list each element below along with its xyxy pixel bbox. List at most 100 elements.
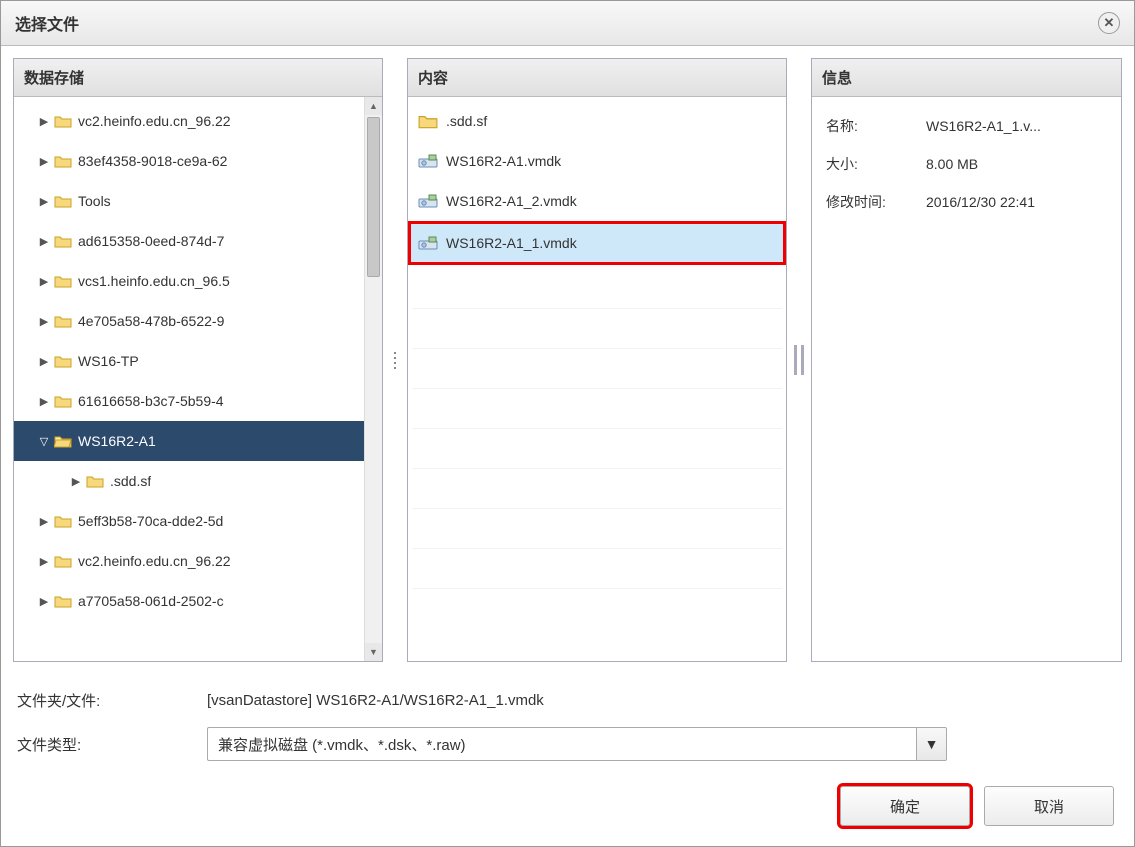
content-list[interactable]: .sdd.sf WS16R2-A1.vmdk WS16R2-A1_2.vmdk WS1… (408, 97, 786, 269)
content-list-body: .sdd.sf WS16R2-A1.vmdk WS16R2-A1_2.vmdk WS1… (408, 97, 786, 661)
chevron-right-icon[interactable]: ▶ (38, 315, 50, 328)
type-label: 文件类型: (17, 734, 207, 755)
chevron-right-icon[interactable]: ▶ (70, 475, 82, 488)
tree-item-label: Tools (78, 193, 111, 209)
tree-item-label: 5eff3b58-70ca-dde2-5d (78, 513, 223, 529)
scroll-down-icon[interactable]: ▼ (365, 643, 382, 661)
tree-item-label: vc2.heinfo.edu.cn_96.22 (78, 553, 231, 569)
tree-scrollbar[interactable]: ▲ ▼ (364, 97, 382, 661)
folder-icon (86, 474, 104, 488)
folder-icon (54, 394, 72, 408)
tree-item-label: a7705a58-061d-2502-c (78, 593, 224, 609)
tree-item[interactable]: ▶ Tools (14, 181, 382, 221)
list-item-label: WS16R2-A1.vmdk (446, 153, 561, 169)
folder-icon (54, 594, 72, 608)
chevron-right-icon[interactable]: ▶ (38, 355, 50, 368)
tree-item[interactable]: ▶ 5eff3b58-70ca-dde2-5d (14, 501, 382, 541)
folder-icon (418, 113, 438, 129)
file-chooser-dialog: 选择文件 ✕ 数据存储 ▶ vc2.heinfo.edu.cn_96.22 ▶ 83e… (0, 0, 1135, 847)
info-row-mtime: 修改时间: 2016/12/30 22:41 (826, 183, 1107, 221)
datastore-panel-header: 数据存储 (14, 59, 382, 97)
panels-row: 数据存储 ▶ vc2.heinfo.edu.cn_96.22 ▶ 83ef4358-9… (13, 58, 1122, 662)
folder-icon (54, 114, 72, 128)
folder-icon (54, 354, 72, 368)
tree-item-label: 61616658-b3c7-5b59-4 (78, 393, 224, 409)
datastore-tree-body: ▶ vc2.heinfo.edu.cn_96.22 ▶ 83ef4358-9018-c… (14, 97, 382, 661)
tree-item[interactable]: ▶ 61616658-b3c7-5b59-4 (14, 381, 382, 421)
chevron-down-icon[interactable]: ▼ (917, 727, 947, 761)
content-panel: 内容 .sdd.sf WS16R2-A1.vmdk WS16R2-A1_2.vmdk… (407, 58, 787, 662)
tree-item[interactable]: ▶.sdd.sf (14, 461, 382, 501)
tree-item[interactable]: ▶ vcs1.heinfo.edu.cn_96.5 (14, 261, 382, 301)
tree-item-label: WS16-TP (78, 353, 139, 369)
chevron-right-icon[interactable]: ▶ (38, 155, 50, 168)
info-panel-header: 信息 (812, 59, 1121, 97)
dialog-title: 选择文件 (15, 11, 79, 35)
list-item[interactable]: WS16R2-A1_2.vmdk (408, 181, 786, 221)
tree-item-label: ad615358-0eed-874d-7 (78, 233, 224, 249)
disk-icon (418, 153, 438, 169)
chevron-right-icon[interactable]: ▶ (38, 595, 50, 608)
info-size-value: 8.00 MB (926, 156, 1107, 172)
field-row-path: 文件夹/文件: [vsanDatastore] WS16R2-A1/WS16R2… (17, 678, 1118, 722)
tree-item[interactable]: ▶ 83ef4358-9018-ce9a-62 (14, 141, 382, 181)
tree-item[interactable]: ▶ vc2.heinfo.edu.cn_96.22 (14, 101, 382, 141)
chevron-down-icon[interactable]: ▽ (38, 435, 50, 448)
folder-icon (54, 314, 72, 328)
file-type-select[interactable]: 兼容虚拟磁盘 (*.vmdk、*.dsk、*.raw) ▼ (207, 727, 947, 761)
cancel-button[interactable]: 取消 (984, 786, 1114, 826)
folder-icon (54, 554, 72, 568)
info-panel: 信息 名称: WS16R2-A1_1.v... 大小: 8.00 MB 修改时间… (811, 58, 1122, 662)
tree-item[interactable]: ▽ WS16R2-A1 (14, 421, 382, 461)
field-row-type: 文件类型: 兼容虚拟磁盘 (*.vmdk、*.dsk、*.raw) ▼ (17, 722, 1118, 766)
list-item-label: .sdd.sf (446, 113, 487, 129)
folder-icon (54, 194, 72, 208)
chevron-right-icon[interactable]: ▶ (38, 195, 50, 208)
info-name-label: 名称: (826, 116, 926, 136)
titlebar: 选择文件 ✕ (1, 1, 1134, 46)
button-row: 确定 取消 (13, 782, 1122, 834)
scrollbar-thumb[interactable] (367, 117, 380, 277)
tree-item[interactable]: ▶ WS16-TP (14, 341, 382, 381)
list-item-label: WS16R2-A1_1.vmdk (446, 235, 577, 251)
tree-item-label: vc2.heinfo.edu.cn_96.22 (78, 113, 231, 129)
chevron-right-icon[interactable]: ▶ (38, 395, 50, 408)
list-item-label: WS16R2-A1_2.vmdk (446, 193, 577, 209)
folder-icon (54, 274, 72, 288)
list-item[interactable]: WS16R2-A1_1.vmdk (408, 221, 786, 265)
folder-icon (54, 234, 72, 248)
disk-icon (418, 235, 438, 251)
splitter-left[interactable] (383, 58, 407, 662)
path-label: 文件夹/文件: (17, 690, 207, 711)
tree-item-label: 83ef4358-9018-ce9a-62 (78, 153, 227, 169)
chevron-right-icon[interactable]: ▶ (38, 275, 50, 288)
chevron-right-icon[interactable]: ▶ (38, 555, 50, 568)
chevron-right-icon[interactable]: ▶ (38, 115, 50, 128)
datastore-panel: 数据存储 ▶ vc2.heinfo.edu.cn_96.22 ▶ 83ef4358-9… (13, 58, 383, 662)
info-row-name: 名称: WS16R2-A1_1.v... (826, 107, 1107, 145)
path-value: [vsanDatastore] WS16R2-A1/WS16R2-A1_1.vm… (207, 692, 1118, 709)
folder-icon (54, 154, 72, 168)
chevron-right-icon[interactable]: ▶ (38, 515, 50, 528)
scroll-up-icon[interactable]: ▲ (365, 97, 382, 115)
list-item[interactable]: .sdd.sf (408, 101, 786, 141)
list-item[interactable]: WS16R2-A1.vmdk (408, 141, 786, 181)
tree-item[interactable]: ▶ ad615358-0eed-874d-7 (14, 221, 382, 261)
info-row-size: 大小: 8.00 MB (826, 145, 1107, 183)
tree-item[interactable]: ▶ a7705a58-061d-2502-c (14, 581, 382, 621)
tree-item[interactable]: ▶4e705a58-478b-6522-9 (14, 301, 382, 341)
content-panel-header: 内容 (408, 59, 786, 97)
close-icon[interactable]: ✕ (1098, 12, 1120, 34)
footer-fields: 文件夹/文件: [vsanDatastore] WS16R2-A1/WS16R2… (13, 672, 1122, 772)
folder-open-icon (54, 434, 72, 448)
disk-icon (418, 193, 438, 209)
dialog-body: 数据存储 ▶ vc2.heinfo.edu.cn_96.22 ▶ 83ef4358-9… (1, 46, 1134, 846)
datastore-tree[interactable]: ▶ vc2.heinfo.edu.cn_96.22 ▶ 83ef4358-9018-c… (14, 97, 382, 661)
tree-item-label: vcs1.heinfo.edu.cn_96.5 (78, 273, 230, 289)
chevron-right-icon[interactable]: ▶ (38, 235, 50, 248)
splitter-right[interactable] (787, 58, 811, 662)
ok-button[interactable]: 确定 (840, 786, 970, 826)
tree-item[interactable]: ▶ vc2.heinfo.edu.cn_96.22 (14, 541, 382, 581)
info-name-value: WS16R2-A1_1.v... (926, 118, 1107, 134)
tree-item-label: WS16R2-A1 (78, 433, 156, 449)
